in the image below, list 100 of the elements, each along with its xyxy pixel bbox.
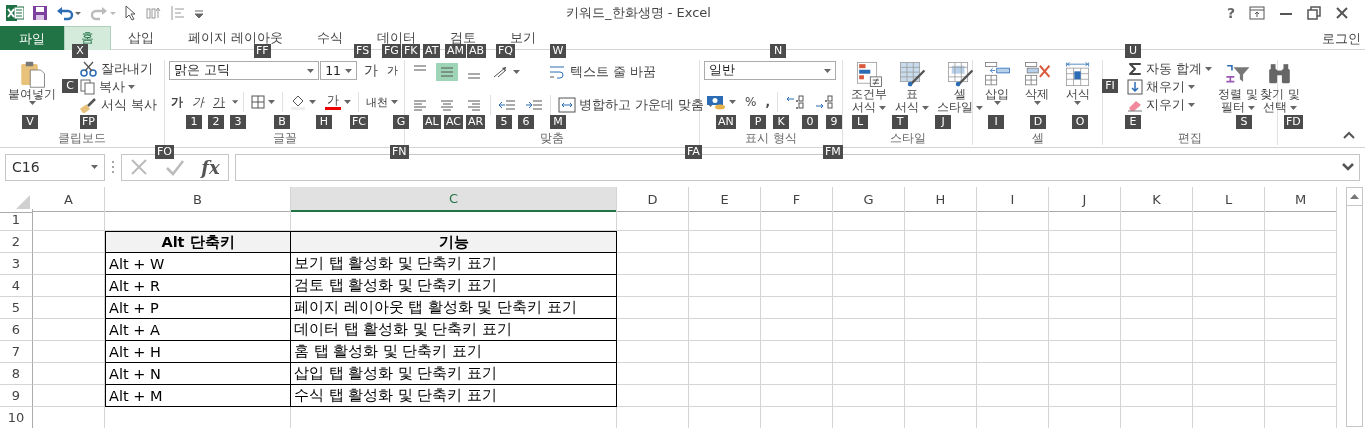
grid-cell[interactable]: [905, 363, 977, 385]
grid-cell[interactable]: [1265, 341, 1337, 363]
grid-cell[interactable]: [1193, 275, 1265, 297]
grid-cell[interactable]: [617, 253, 689, 275]
grid-cell[interactable]: [761, 385, 833, 407]
column-header[interactable]: D: [617, 187, 689, 212]
grid-cell[interactable]: [1265, 231, 1337, 253]
delete-cells-button[interactable]: 삭제: [1020, 60, 1055, 105]
font-size-field[interactable]: 11: [320, 61, 357, 80]
grid-cell[interactable]: [689, 341, 761, 363]
grid-cell[interactable]: [1121, 363, 1193, 385]
autosum-button[interactable]: 자동 합계: [1125, 60, 1214, 78]
grid-cell[interactable]: [689, 297, 761, 319]
row-header[interactable]: 2: [0, 231, 33, 253]
grid-cell[interactable]: [33, 275, 105, 297]
grid-cell[interactable]: [761, 231, 833, 253]
pointer-icon[interactable]: [124, 5, 138, 21]
grid-cell[interactable]: [833, 275, 905, 297]
sort-filter-button[interactable]: 정렬 및 필터: [1214, 60, 1262, 114]
grid-cell[interactable]: [617, 319, 689, 341]
bold-button[interactable]: 가: [169, 93, 185, 111]
ribbon-display-icon[interactable]: [1249, 6, 1265, 20]
grid-cell[interactable]: [905, 231, 977, 253]
collapse-ribbon-icon[interactable]: [1343, 131, 1355, 139]
undo-icon[interactable]: [56, 5, 82, 21]
close-icon[interactable]: [1335, 6, 1349, 20]
underline-button[interactable]: 가: [211, 93, 227, 111]
cancel-icon[interactable]: [130, 158, 149, 176]
column-header[interactable]: F: [761, 187, 833, 212]
grid-cell[interactable]: [1049, 385, 1121, 407]
grid-cell[interactable]: [1121, 209, 1193, 231]
grid-cell[interactable]: [617, 363, 689, 385]
comma-style-button[interactable]: ,: [763, 95, 772, 109]
row-header[interactable]: 10: [0, 407, 33, 428]
scroll-up-icon[interactable]: [1350, 194, 1359, 199]
grid-cell[interactable]: [1049, 231, 1121, 253]
grid-cell[interactable]: [1049, 209, 1121, 231]
grid-cell[interactable]: [977, 209, 1049, 231]
grow-font-button[interactable]: 가: [362, 61, 380, 80]
column-header[interactable]: I: [977, 187, 1049, 212]
grid-cell[interactable]: [1193, 341, 1265, 363]
format-cells-button[interactable]: 서식: [1060, 60, 1096, 105]
grid-cell[interactable]: [617, 385, 689, 407]
grid-cell[interactable]: [977, 341, 1049, 363]
grid-cell[interactable]: [33, 209, 105, 231]
row-header[interactable]: 5: [0, 297, 33, 319]
formula-input[interactable]: [235, 153, 1360, 181]
grid-cell[interactable]: [617, 341, 689, 363]
wrap-text-button[interactable]: 텍스트 줄 바꿈: [547, 62, 658, 82]
grid-cell[interactable]: [905, 319, 977, 341]
grid-cell[interactable]: [977, 319, 1049, 341]
grid-cell[interactable]: [905, 275, 977, 297]
grid-cell[interactable]: [33, 363, 105, 385]
grid-cell[interactable]: [833, 341, 905, 363]
font-color-button[interactable]: 가: [323, 93, 354, 111]
grid-cell[interactable]: [617, 297, 689, 319]
ribbon-tab[interactable]: 삽입: [111, 26, 171, 50]
restore-icon[interactable]: [1307, 6, 1321, 20]
grid-cell[interactable]: [617, 209, 689, 231]
shrink-font-button[interactable]: 가: [385, 63, 400, 78]
clear-button[interactable]: 지우기: [1125, 96, 1214, 114]
file-tab[interactable]: 파일: [0, 26, 64, 50]
grid-cell[interactable]: [1121, 319, 1193, 341]
row-header[interactable]: 6: [0, 319, 33, 341]
grid-cell[interactable]: [761, 341, 833, 363]
row-header[interactable]: 9: [0, 385, 33, 407]
row-header[interactable]: 1: [0, 209, 33, 231]
fill-button[interactable]: 채우기: [1125, 78, 1214, 96]
phonetic-button[interactable]: 내천: [364, 93, 400, 111]
column-header[interactable]: C: [291, 187, 617, 212]
grid-cell[interactable]: [689, 275, 761, 297]
grid-cell[interactable]: [1265, 319, 1337, 341]
grid-cell[interactable]: [1193, 231, 1265, 253]
grid-cell[interactable]: [689, 385, 761, 407]
grid-cell[interactable]: [761, 363, 833, 385]
save-icon[interactable]: [32, 5, 48, 21]
grid-cell[interactable]: [1049, 363, 1121, 385]
grid-cell[interactable]: [833, 385, 905, 407]
sort-top-icon[interactable]: [146, 5, 162, 21]
grid-cell[interactable]: [905, 385, 977, 407]
table-style-button[interactable]: 표 서식: [891, 60, 933, 114]
grid-cell[interactable]: [1193, 319, 1265, 341]
accounting-format-button[interactable]: [704, 93, 738, 111]
grid-cell[interactable]: [1193, 253, 1265, 275]
grid-cell[interactable]: [1265, 209, 1337, 231]
column-header[interactable]: L: [1193, 187, 1265, 212]
grid-cell[interactable]: [1265, 363, 1337, 385]
indent-list-icon[interactable]: [170, 5, 186, 21]
grid-cell[interactable]: [833, 363, 905, 385]
grid-cell[interactable]: [977, 363, 1049, 385]
grid-cell[interactable]: [1049, 341, 1121, 363]
grid-cell[interactable]: [1265, 253, 1337, 275]
percent-button[interactable]: %: [743, 95, 759, 109]
grid-cell[interactable]: [761, 209, 833, 231]
grid-cell[interactable]: [905, 341, 977, 363]
conditional-style-button[interactable]: 조건부 서식: [847, 60, 891, 114]
grid-cell[interactable]: [1193, 297, 1265, 319]
grid-cell[interactable]: [977, 231, 1049, 253]
paste-button[interactable]: 붙여넣기: [4, 60, 60, 105]
number-format-field[interactable]: 일반: [704, 61, 836, 80]
